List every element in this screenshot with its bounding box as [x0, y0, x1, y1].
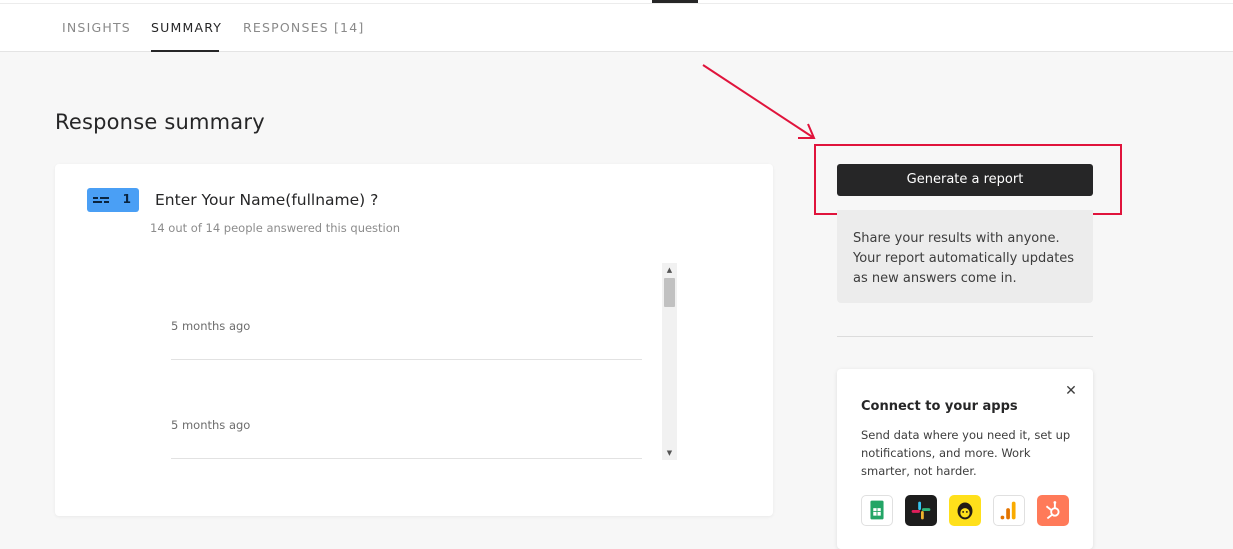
- response-list[interactable]: 5 months ago 5 months ago: [152, 262, 677, 460]
- answered-count: 14 out of 14 people answered this questi…: [150, 221, 401, 235]
- tab-insights[interactable]: INSIGHTS: [62, 20, 131, 52]
- apps-title: Connect to your apps: [861, 399, 1018, 414]
- question-badge: 1: [87, 188, 139, 212]
- sidebar-divider: [837, 336, 1093, 337]
- short-text-icon: [93, 197, 109, 203]
- connect-apps-card: ✕ Connect to your apps Send data where y…: [837, 369, 1093, 549]
- response-list-scrollbar[interactable]: ▲ ▼: [662, 263, 677, 460]
- report-info-box: Share your results with anyone. Your rep…: [837, 210, 1093, 303]
- response-divider: [171, 359, 642, 360]
- question-title: Enter Your Name(fullname) ?: [155, 191, 379, 209]
- response-divider: [171, 458, 642, 459]
- question-summary-card: 1 Enter Your Name(fullname) ? 14 out of …: [55, 164, 773, 516]
- scroll-thumb[interactable]: [664, 278, 675, 307]
- google-sheets-icon[interactable]: [861, 495, 893, 526]
- hubspot-icon[interactable]: [1037, 495, 1069, 526]
- tab-summary[interactable]: SUMMARY: [151, 20, 221, 52]
- question-number: 1: [122, 192, 131, 206]
- close-icon[interactable]: ✕: [1063, 383, 1079, 399]
- mailchimp-icon[interactable]: [949, 495, 981, 526]
- top-nav-bar: INSIGHTS SUMMARY RESPONSES [14]: [0, 0, 1233, 52]
- scroll-down-arrow-icon[interactable]: ▼: [662, 446, 677, 460]
- slack-icon[interactable]: [905, 495, 937, 526]
- scroll-up-arrow-icon[interactable]: ▲: [662, 263, 677, 277]
- apps-description: Send data where you need it, set up noti…: [861, 428, 1071, 478]
- response-timestamp: 5 months ago: [171, 319, 251, 333]
- tab-responses[interactable]: RESPONSES [14]: [243, 20, 364, 52]
- page-title: Response summary: [55, 110, 265, 134]
- generate-report-button[interactable]: Generate a report: [837, 164, 1093, 196]
- response-timestamp: 5 months ago: [171, 418, 251, 432]
- top-active-indicator: [652, 0, 698, 3]
- google-analytics-icon[interactable]: [993, 495, 1025, 526]
- top-divider: [0, 3, 1233, 4]
